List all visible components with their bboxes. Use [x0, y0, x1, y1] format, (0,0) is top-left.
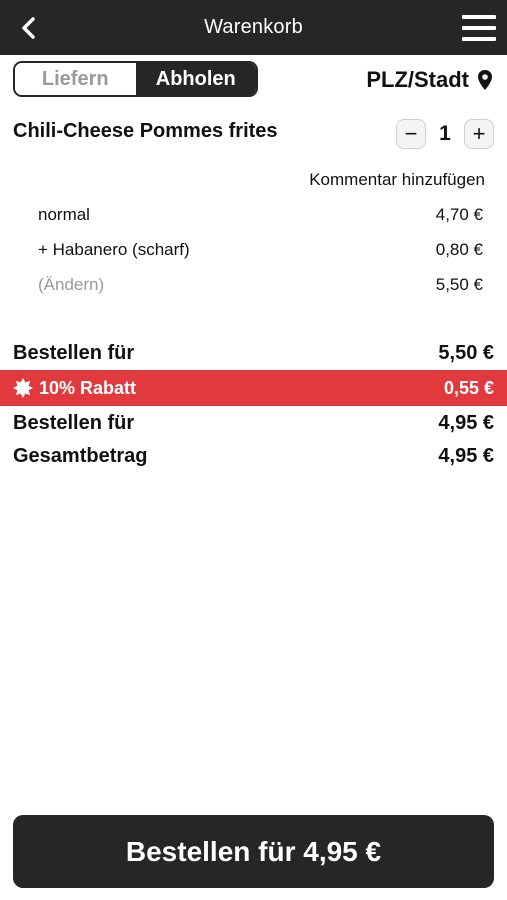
quantity-stepper: − 1 +: [396, 119, 494, 149]
order-after-discount-label: Bestellen für: [13, 411, 135, 434]
item-line: (Ändern) 5,50 €: [38, 274, 483, 296]
discount-label: 10% Rabatt: [39, 377, 137, 398]
order-after-discount-value: 4,95 €: [438, 411, 494, 434]
quantity-value: 1: [439, 122, 451, 145]
item-line: + Habanero (scharf) 0,80 €: [38, 239, 483, 261]
order-after-discount-row: Bestellen für 4,95 €: [13, 410, 494, 436]
page-title: Warenkorb: [204, 16, 303, 38]
toggle-option-liefern[interactable]: Liefern: [15, 63, 136, 95]
item-line-price: 0,80 €: [435, 240, 483, 259]
subtotal-value: 5,50 €: [438, 341, 494, 364]
menu-button[interactable]: [461, 12, 497, 44]
delivery-mode-toggle: Liefern Abholen: [13, 61, 258, 97]
total-row: Gesamtbetrag 4,95 €: [13, 443, 494, 469]
change-item-link[interactable]: (Ändern): [38, 275, 104, 295]
subtotal-row: Bestellen für 5,50 €: [13, 340, 494, 366]
discount-row: 10% Rabatt 0,55 €: [0, 370, 507, 406]
hamburger-menu-icon: [462, 15, 496, 19]
cart-item-name: Chili-Cheese Pommes frites: [13, 120, 278, 142]
increase-quantity-button[interactable]: +: [464, 119, 494, 149]
total-value: 4,95 €: [438, 444, 494, 467]
add-comment-link[interactable]: Kommentar hinzufügen: [309, 170, 485, 190]
decrease-quantity-button[interactable]: −: [396, 119, 426, 149]
item-line-name: + Habanero (scharf): [38, 240, 190, 259]
location-selector[interactable]: PLZ/Stadt: [366, 66, 493, 94]
discount-badge-icon: [13, 378, 33, 398]
toggle-option-abholen[interactable]: Abholen: [135, 63, 256, 95]
item-line-price: 5,50 €: [435, 275, 483, 294]
map-pin-icon: [478, 70, 492, 90]
top-bar: Warenkorb: [0, 0, 507, 55]
item-line: normal 4,70 €: [38, 204, 483, 226]
item-line-price: 4,70 €: [435, 205, 483, 224]
total-label: Gesamtbetrag: [13, 444, 148, 467]
checkout-button[interactable]: Bestellen für 4,95 €: [13, 815, 494, 888]
item-line-name: normal: [38, 205, 90, 224]
subtotal-label: Bestellen für: [13, 341, 135, 364]
discount-value: 0,55 €: [443, 377, 494, 398]
location-label: PLZ/Stadt: [366, 67, 469, 92]
